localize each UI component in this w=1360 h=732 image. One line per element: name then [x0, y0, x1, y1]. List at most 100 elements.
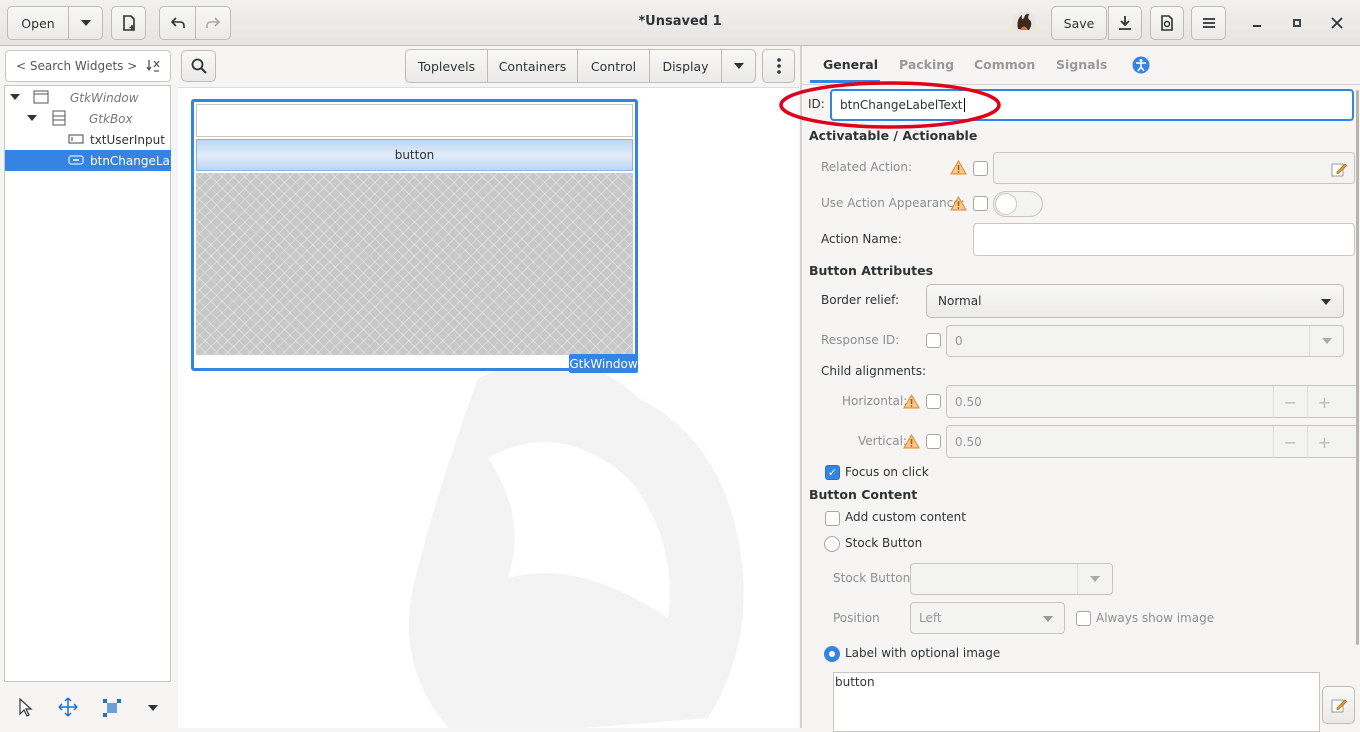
redo-button[interactable]: [195, 6, 231, 40]
palette-more-button[interactable]: [721, 49, 756, 83]
save-button[interactable]: Save: [1051, 6, 1107, 40]
chevron-down-icon: [733, 63, 744, 69]
tree-row-gtkbox[interactable]: GtkBox: [5, 108, 171, 129]
tab-containers[interactable]: Containers: [487, 49, 577, 83]
main-menu-button[interactable]: [1191, 6, 1226, 40]
search-button[interactable]: [181, 50, 216, 82]
plus-icon: +: [1317, 432, 1332, 452]
tree-label: GtkBox: [89, 111, 133, 126]
search-widgets-placeholder: < Search Widgets >: [16, 59, 138, 73]
vertical-checkbox[interactable]: [926, 434, 941, 449]
horizontal-label: Horizontal:: [842, 394, 908, 408]
new-document-button[interactable]: [111, 6, 146, 40]
check-icon: ✓: [827, 466, 838, 479]
horizontal-spinbutton[interactable]: 0.50 − +: [946, 385, 1359, 418]
minimize-button[interactable]: [1248, 16, 1266, 30]
design-canvas[interactable]: button GtkWindow: [178, 87, 799, 728]
tab-display[interactable]: Display: [649, 49, 721, 83]
accessibility-icon[interactable]: [1132, 56, 1150, 74]
tree-row-btnchangelabeltext[interactable]: btnChangeLabelText: [5, 150, 171, 171]
always-show-image-label: Always show image: [1096, 611, 1215, 625]
use-action-appearance-switch[interactable]: [993, 191, 1043, 217]
stock-button-radio[interactable]: [824, 536, 840, 552]
palette-tab-label: Containers: [498, 58, 567, 74]
border-relief-dropdown[interactable]: Normal: [926, 284, 1344, 318]
label-text-value: button: [835, 675, 875, 689]
response-id-combo[interactable]: 0: [946, 325, 1344, 357]
tree-row-gtkwindow[interactable]: GtkWindow: [5, 87, 171, 108]
save-label: Save: [1063, 15, 1095, 31]
focus-on-click-checkbox[interactable]: ✓: [825, 465, 840, 480]
text-entry-preview[interactable]: [196, 104, 633, 137]
action-name-label: Action Name:: [821, 232, 902, 246]
empty-placeholder[interactable]: [196, 173, 633, 355]
increment-button[interactable]: +: [1307, 426, 1341, 458]
decrement-button[interactable]: −: [1273, 386, 1307, 418]
decrement-button[interactable]: −: [1273, 426, 1307, 458]
response-id-value: 0: [955, 334, 963, 348]
save-as-button[interactable]: [1108, 6, 1142, 40]
label-with-image-radio[interactable]: [824, 646, 840, 662]
button-preview[interactable]: button: [196, 139, 633, 171]
open-menu-button[interactable]: [68, 6, 103, 40]
expander-down-icon[interactable]: [10, 94, 20, 101]
stock-button-label: Stock Button:: [833, 571, 915, 585]
add-custom-content-checkbox[interactable]: [825, 511, 840, 526]
chevron-down-icon[interactable]: [148, 705, 158, 711]
open-label: Open: [21, 15, 55, 31]
tree-row-txtuserinput[interactable]: txtUserInput: [5, 129, 171, 150]
redo-icon: [206, 17, 220, 28]
label-text-area[interactable]: button: [833, 672, 1320, 732]
tab-label: Signals: [1056, 57, 1108, 72]
drag-resize-icon[interactable]: [58, 697, 78, 717]
maximize-button[interactable]: [1288, 15, 1306, 31]
gtkwindow-preview[interactable]: button: [191, 99, 638, 371]
always-show-image-checkbox[interactable]: [1076, 611, 1091, 626]
palette-tab-label: Toplevels: [417, 58, 476, 74]
tab-general[interactable]: General: [823, 57, 878, 72]
edit-icon[interactable]: [1331, 161, 1347, 177]
position-value: Left: [919, 611, 942, 625]
plus-icon: +: [1317, 392, 1332, 412]
border-relief-value: Normal: [938, 294, 982, 308]
horizontal-checkbox[interactable]: [926, 394, 941, 409]
label-edit-button[interactable]: [1322, 686, 1355, 724]
stock-button-dropdown-button[interactable]: [1077, 564, 1112, 594]
overflow-menu-button[interactable]: [762, 49, 795, 83]
tab-toplevels[interactable]: Toplevels: [405, 49, 487, 83]
box-icon: [52, 110, 66, 126]
close-button[interactable]: [1328, 14, 1346, 32]
tab-packing[interactable]: Packing: [899, 57, 954, 72]
related-action-field[interactable]: [993, 152, 1355, 184]
header-bar: Open *Unsaved 1 Save: [0, 0, 1360, 46]
position-dropdown[interactable]: Left: [910, 602, 1065, 634]
stock-button-combo[interactable]: [910, 563, 1113, 595]
related-action-checkbox[interactable]: [973, 161, 988, 176]
tab-control[interactable]: Control: [577, 49, 649, 83]
response-id-dropdown-button[interactable]: [1309, 326, 1344, 356]
pane-divider[interactable]: [800, 46, 802, 728]
search-widgets-field[interactable]: < Search Widgets >: [5, 50, 171, 82]
section-button-attributes: Button Attributes: [809, 263, 934, 278]
tab-signals[interactable]: Signals: [1056, 57, 1107, 72]
use-action-appearance-checkbox[interactable]: [973, 196, 988, 211]
action-name-field[interactable]: [973, 223, 1355, 256]
sort-icon[interactable]: [146, 58, 162, 74]
expander-down-icon[interactable]: [27, 115, 37, 122]
margin-edit-icon[interactable]: [101, 697, 123, 717]
vertical-value: 0.50: [955, 434, 982, 449]
vertical-spinbutton[interactable]: 0.50 − +: [946, 425, 1359, 458]
chevron-down-icon: [80, 20, 91, 26]
response-id-checkbox[interactable]: [926, 333, 941, 348]
annotation-ellipse: [779, 81, 1001, 129]
preview-button[interactable]: [1150, 6, 1184, 40]
tab-label: General: [823, 57, 878, 72]
tab-common[interactable]: Common: [974, 57, 1035, 72]
undo-button[interactable]: [159, 6, 195, 40]
open-button[interactable]: Open: [7, 6, 68, 40]
warning-icon: [903, 434, 920, 449]
pointer-icon[interactable]: [18, 698, 34, 718]
stock-button-radio-label: Stock Button: [845, 536, 923, 550]
increment-button[interactable]: +: [1307, 386, 1341, 418]
properties-scrollbar[interactable]: [1356, 90, 1359, 645]
